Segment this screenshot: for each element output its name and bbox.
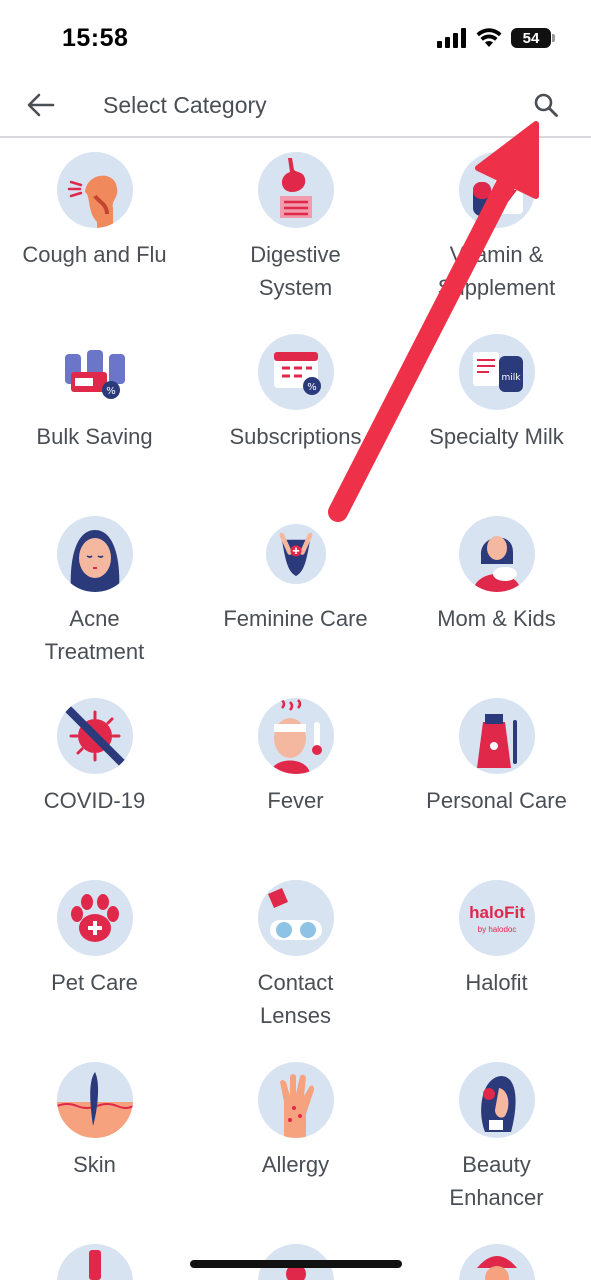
cough-and-flu-icon [56, 152, 133, 228]
category-partial-icon [56, 1244, 133, 1280]
battery-icon: 54 [511, 28, 555, 48]
category-beauty-enhancer[interactable]: Beauty Enhancer [398, 1062, 591, 1214]
home-indicator[interactable] [190, 1260, 402, 1268]
category-allergy[interactable]: Allergy [197, 1062, 394, 1181]
category-label: Feminine Care [223, 606, 368, 631]
category-label: Fever [267, 788, 324, 813]
category-label: Contact Lenses [257, 970, 334, 1028]
halofit-byline: by halodoc [477, 925, 516, 934]
specialty-milk-icon: milk [458, 334, 535, 410]
category-mom-kids[interactable]: Mom & Kids [398, 516, 591, 635]
personal-care-icon [458, 698, 535, 774]
category-feminine-care[interactable]: Feminine Care [197, 516, 394, 635]
bulk-saving-icon: % [56, 334, 133, 410]
category-skin[interactable]: Skin [0, 1062, 193, 1181]
status-icons: 54 [437, 28, 555, 48]
back-arrow-icon [27, 93, 55, 117]
digestive-system-icon [257, 152, 334, 228]
category-bulk-saving[interactable]: % Bulk Saving [0, 334, 193, 453]
category-contact-lenses[interactable]: Contact Lenses [197, 880, 394, 1032]
halofit-brand: haloFit [469, 903, 525, 922]
category-partial-3[interactable] [398, 1244, 591, 1280]
pet-care-icon [56, 880, 133, 956]
contact-lenses-icon [257, 880, 334, 956]
category-cough-and-flu[interactable]: Cough and Flu [0, 152, 193, 271]
fever-icon [257, 698, 334, 774]
category-label: Allergy [261, 1152, 330, 1177]
category-label: Personal Care [426, 788, 567, 813]
category-covid-19[interactable]: COVID-19 [0, 698, 193, 817]
halofit-logo: haloFit by halodoc [458, 880, 535, 956]
category-label: Vitamin & Supplement [437, 242, 556, 300]
svg-text:milk: milk [501, 373, 521, 383]
status-bar: 15:58 54 [0, 0, 591, 80]
category-personal-care[interactable]: Personal Care [398, 698, 591, 817]
halofit-logo-text: haloFit by halodoc [469, 903, 525, 934]
svg-text:%: % [106, 386, 116, 397]
category-label: Halofit [465, 970, 528, 995]
svg-text:%: % [307, 382, 317, 393]
feminine-care-icon [265, 524, 326, 584]
category-digestive-system[interactable]: Digestive System [197, 152, 394, 304]
back-button[interactable] [22, 86, 60, 124]
covid-19-icon [56, 698, 133, 774]
search-button[interactable] [527, 86, 565, 124]
acne-treatment-icon [56, 516, 133, 592]
beauty-enhancer-icon [458, 1062, 535, 1138]
vitamin-supplement-icon [458, 152, 535, 228]
category-fever[interactable]: Fever [197, 698, 394, 817]
category-label: Subscriptions [229, 424, 362, 449]
category-vitamin-supplement[interactable]: Vitamin & Supplement [398, 152, 591, 304]
category-halofit[interactable]: haloFit by halodoc Halofit [398, 880, 591, 999]
search-icon [534, 93, 558, 117]
category-label: Digestive System [250, 242, 341, 300]
category-acne-treatment[interactable]: Acne Treatment [0, 516, 193, 668]
skin-icon [56, 1062, 133, 1138]
category-label: Bulk Saving [36, 424, 153, 449]
subscriptions-icon: % [257, 334, 334, 410]
category-specialty-milk[interactable]: milk Specialty Milk [398, 334, 591, 453]
category-partial-1[interactable] [0, 1244, 193, 1280]
category-label: COVID-19 [43, 788, 146, 813]
category-pet-care[interactable]: Pet Care [0, 880, 193, 999]
wifi-icon [476, 28, 502, 47]
category-label: Specialty Milk [429, 424, 564, 449]
page-title: Select Category [103, 92, 267, 118]
category-subscriptions[interactable]: % Subscriptions [197, 334, 394, 453]
mom-kids-icon [458, 516, 535, 592]
signal-icon [437, 28, 466, 48]
category-label: Pet Care [51, 970, 138, 995]
status-time: 15:58 [62, 24, 129, 52]
app-bar: Select Category [0, 72, 591, 138]
category-partial-icon [458, 1244, 535, 1280]
category-label: Beauty Enhancer [449, 1152, 544, 1210]
battery-level: 54 [522, 29, 540, 47]
category-label: Cough and Flu [22, 242, 167, 267]
allergy-icon [257, 1062, 334, 1138]
category-label: Mom & Kids [437, 606, 556, 631]
category-label: Acne Treatment [44, 606, 145, 664]
category-label: Skin [73, 1152, 116, 1177]
